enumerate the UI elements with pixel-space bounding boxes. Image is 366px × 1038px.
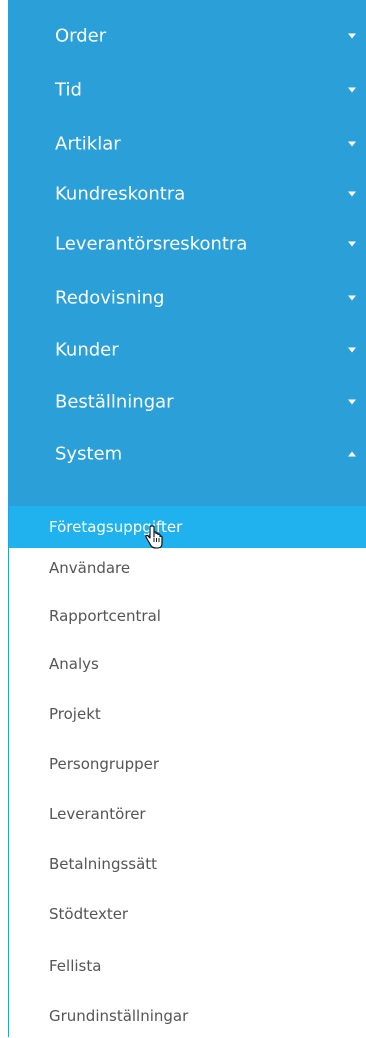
submenu-item-label: Fellista <box>49 957 102 975</box>
caret-down-icon <box>348 347 356 353</box>
menu-item-label: Artiklar <box>55 133 121 155</box>
main-menu: Order Tid Artiklar Kundreskontra Leveran… <box>9 0 366 506</box>
menu-item-leverantorsreskontra[interactable]: Leverantörsreskontra <box>9 218 366 270</box>
submenu-item-persongrupper[interactable]: Persongrupper <box>9 742 366 786</box>
submenu-item-label: Betalningssätt <box>49 855 158 873</box>
submenu-item-label: Rapportcentral <box>49 607 161 625</box>
menu-item-label: Leverantörsreskontra <box>55 233 248 255</box>
caret-down-icon <box>348 295 356 301</box>
menu-item-bestallningar[interactable]: Beställningar <box>9 376 366 428</box>
menu-item-label: Order <box>55 25 107 47</box>
caret-down-icon <box>348 191 356 197</box>
submenu-item-label: Stödtexter <box>49 905 129 923</box>
submenu-item-label: Leverantörer <box>49 805 146 823</box>
menu-item-label: Beställningar <box>55 391 174 413</box>
submenu-item-label: Företagsuppgifter <box>49 518 183 536</box>
menu-item-label: System <box>55 443 123 465</box>
menu-item-redovisning[interactable]: Redovisning <box>9 272 366 324</box>
submenu-item-projekt[interactable]: Projekt <box>9 692 366 736</box>
submenu-item-label: Persongrupper <box>49 755 160 773</box>
submenu-item-grundinstallningar[interactable]: Grundinställningar <box>9 994 366 1038</box>
submenu-item-label: Användare <box>49 559 131 577</box>
submenu-item-label: Projekt <box>49 705 101 723</box>
caret-down-icon <box>348 241 356 247</box>
menu-item-order[interactable]: Order <box>9 10 366 62</box>
menu-item-tid[interactable]: Tid <box>9 64 366 116</box>
menu-item-system[interactable]: System <box>9 428 366 480</box>
caret-down-icon <box>348 399 356 405</box>
submenu-item-anvandare[interactable]: Användare <box>9 546 366 590</box>
submenu-item-rapportcentral[interactable]: Rapportcentral <box>9 594 366 638</box>
caret-down-icon <box>348 141 356 147</box>
caret-down-icon <box>348 33 356 39</box>
sidebar-navigation: Order Tid Artiklar Kundreskontra Leveran… <box>8 0 366 1037</box>
submenu-item-foretagsuppgifter[interactable]: Företagsuppgifter <box>9 506 366 549</box>
submenu-item-analys[interactable]: Analys <box>9 642 366 686</box>
menu-item-kunder[interactable]: Kunder <box>9 324 366 376</box>
submenu-item-fellista[interactable]: Fellista <box>9 944 366 988</box>
menu-item-label: Tid <box>55 79 82 101</box>
menu-item-label: Redovisning <box>55 287 165 309</box>
submenu-item-label: Analys <box>49 655 99 673</box>
submenu-item-leverantorer[interactable]: Leverantörer <box>9 792 366 836</box>
submenu-item-label: Grundinställningar <box>49 1007 189 1025</box>
caret-down-icon <box>348 87 356 93</box>
caret-up-icon <box>348 451 356 457</box>
menu-item-kundreskontra[interactable]: Kundreskontra <box>9 168 366 220</box>
submenu-item-stodtexter[interactable]: Stödtexter <box>9 892 366 936</box>
menu-item-artiklar[interactable]: Artiklar <box>9 118 366 170</box>
submenu-item-betalningssatt[interactable]: Betalningssätt <box>9 842 366 886</box>
menu-item-label: Kundreskontra <box>55 183 186 205</box>
menu-item-label: Kunder <box>55 339 119 361</box>
